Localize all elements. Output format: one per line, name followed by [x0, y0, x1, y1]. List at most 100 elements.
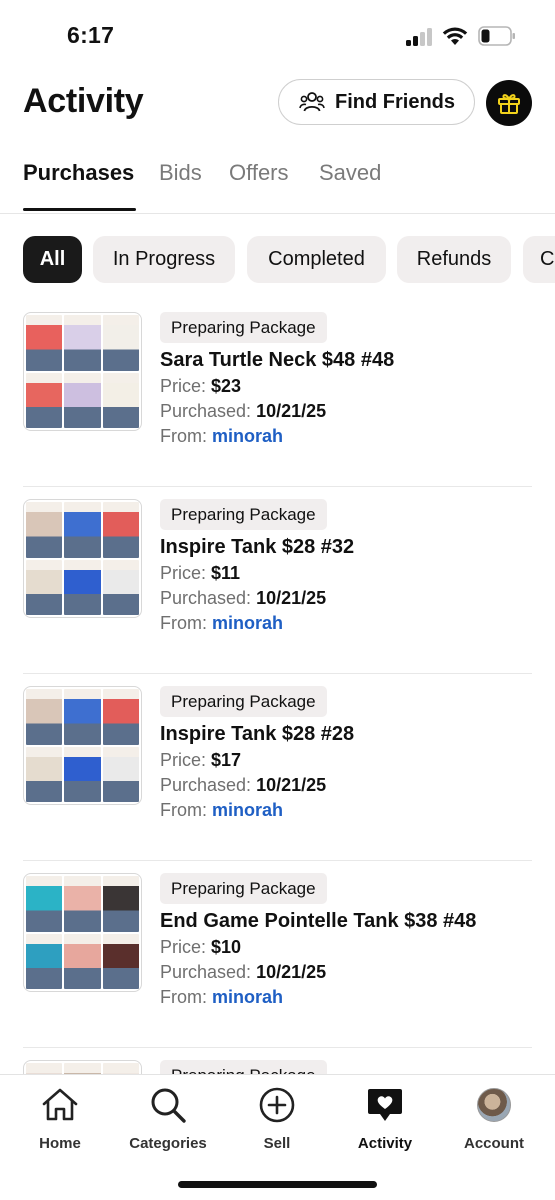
status-badge: Preparing Package	[160, 312, 327, 343]
cellular-signal-icon	[406, 28, 434, 46]
gift-button[interactable]	[486, 80, 532, 126]
from-row: From: minorah	[160, 800, 283, 821]
purchase-item[interactable]: Preparing Package Inspire Tank $28 #32 P…	[0, 487, 555, 674]
thumbnail-photo	[102, 559, 139, 615]
plus-circle-icon	[259, 1087, 295, 1123]
price-row: Price: $23	[160, 376, 241, 397]
price-row: Price: $11	[160, 563, 240, 584]
product-thumbnail	[23, 686, 142, 805]
thumbnail-photo	[26, 689, 63, 745]
tab-bids[interactable]: Bids	[159, 160, 202, 186]
purchased-date: 10/21/25	[256, 962, 327, 982]
purchase-item[interactable]: Preparing Package	[0, 1048, 555, 1075]
purchased-label: Purchased:	[160, 775, 252, 795]
thumbnail-photo	[102, 933, 139, 989]
purchased-date: 10/21/25	[256, 401, 327, 421]
seller-link[interactable]: minorah	[212, 800, 283, 820]
purchased-row: Purchased: 10/21/25	[160, 775, 326, 796]
seller-link[interactable]: minorah	[212, 613, 283, 633]
status-badge: Preparing Package	[160, 686, 327, 717]
thumbnail-photo	[26, 876, 63, 932]
page-title: Activity	[23, 82, 144, 120]
home-indicator	[178, 1181, 377, 1188]
thumbnail-photo	[64, 559, 101, 615]
seller-link[interactable]: minorah	[212, 426, 283, 446]
item-title: Sara Turtle Neck $48 #48	[160, 349, 395, 371]
nav-activity[interactable]: Activity	[330, 1085, 440, 1165]
purchase-item[interactable]: Preparing Package Sara Turtle Neck $48 #…	[0, 300, 555, 487]
nav-account-label: Account	[464, 1135, 524, 1152]
price-label: Price:	[160, 563, 207, 583]
thumbnail-photo	[26, 502, 63, 558]
thumbnail-photo	[64, 876, 101, 932]
price-value: $11	[211, 563, 241, 583]
from-label: From:	[160, 987, 207, 1007]
nav-home[interactable]: Home	[5, 1085, 115, 1165]
from-label: From:	[160, 800, 207, 820]
thumbnail-photo	[64, 315, 101, 371]
thumbnail-photo	[26, 933, 63, 989]
purchased-row: Purchased: 10/21/25	[160, 588, 326, 609]
thumbnail-photo	[102, 689, 139, 745]
people-icon	[299, 92, 325, 112]
battery-icon	[478, 26, 515, 46]
thumbnail-photo	[102, 502, 139, 558]
home-icon	[42, 1088, 78, 1121]
status-badge: Preparing Package	[160, 1060, 327, 1075]
filter-chip-refunds[interactable]: Refunds	[397, 236, 511, 283]
filter-chip-in-progress[interactable]: In Progress	[93, 236, 235, 283]
filter-chip-cancelled[interactable]: C	[523, 236, 555, 283]
tab-purchases[interactable]: Purchases	[23, 160, 134, 186]
filter-chip-all[interactable]: All	[23, 236, 82, 283]
item-title: End Game Pointelle Tank $38 #48	[160, 910, 477, 932]
gift-icon	[498, 94, 520, 114]
price-row: Price: $10	[160, 937, 241, 958]
purchase-item[interactable]: Preparing Package Inspire Tank $28 #28 P…	[0, 674, 555, 861]
activity-tabs: Purchases Bids Offers Saved	[0, 150, 555, 214]
thumbnail-photo	[26, 559, 63, 615]
nav-categories[interactable]: Categories	[113, 1085, 223, 1165]
from-row: From: minorah	[160, 613, 283, 634]
heart-bubble-icon	[368, 1089, 402, 1121]
from-label: From:	[160, 426, 207, 446]
purchased-date: 10/21/25	[256, 588, 327, 608]
active-tab-indicator	[23, 208, 136, 211]
purchased-row: Purchased: 10/21/25	[160, 962, 326, 983]
nav-sell[interactable]: Sell	[222, 1085, 332, 1165]
thumbnail-photo	[64, 372, 101, 428]
find-friends-button[interactable]: Find Friends	[278, 79, 475, 125]
purchase-item[interactable]: Preparing Package End Game Pointelle Tan…	[0, 861, 555, 1048]
nav-sell-label: Sell	[263, 1135, 291, 1152]
thumbnail-photo	[26, 746, 63, 802]
thumbnail-photo	[64, 746, 101, 802]
item-title: Inspire Tank $28 #28	[160, 723, 355, 745]
product-thumbnail	[23, 499, 142, 618]
from-label: From:	[160, 613, 207, 633]
seller-link[interactable]: minorah	[212, 987, 283, 1007]
tab-saved[interactable]: Saved	[319, 160, 381, 186]
thumbnail-photo	[64, 502, 101, 558]
price-row: Price: $17	[160, 750, 241, 771]
purchased-label: Purchased:	[160, 962, 252, 982]
price-label: Price:	[160, 376, 207, 396]
purchased-row: Purchased: 10/21/25	[160, 401, 326, 422]
filter-chip-completed[interactable]: Completed	[247, 236, 386, 283]
nav-account[interactable]: Account	[439, 1085, 549, 1165]
thumbnail-photo	[26, 315, 63, 371]
purchased-label: Purchased:	[160, 401, 252, 421]
purchased-date: 10/21/25	[256, 775, 327, 795]
nav-categories-label: Categories	[129, 1135, 207, 1152]
status-bar: 6:17	[0, 0, 555, 70]
thumbnail-photo	[102, 372, 139, 428]
purchased-label: Purchased:	[160, 588, 252, 608]
price-label: Price:	[160, 937, 207, 957]
price-value: $10	[211, 937, 242, 957]
status-badge: Preparing Package	[160, 499, 327, 530]
price-value: $23	[211, 376, 242, 396]
nav-activity-label: Activity	[357, 1135, 413, 1152]
price-value: $17	[211, 750, 242, 770]
tab-offers[interactable]: Offers	[229, 160, 289, 186]
thumbnail-photo	[102, 876, 139, 932]
price-label: Price:	[160, 750, 207, 770]
item-title: Inspire Tank $28 #32	[160, 536, 355, 558]
